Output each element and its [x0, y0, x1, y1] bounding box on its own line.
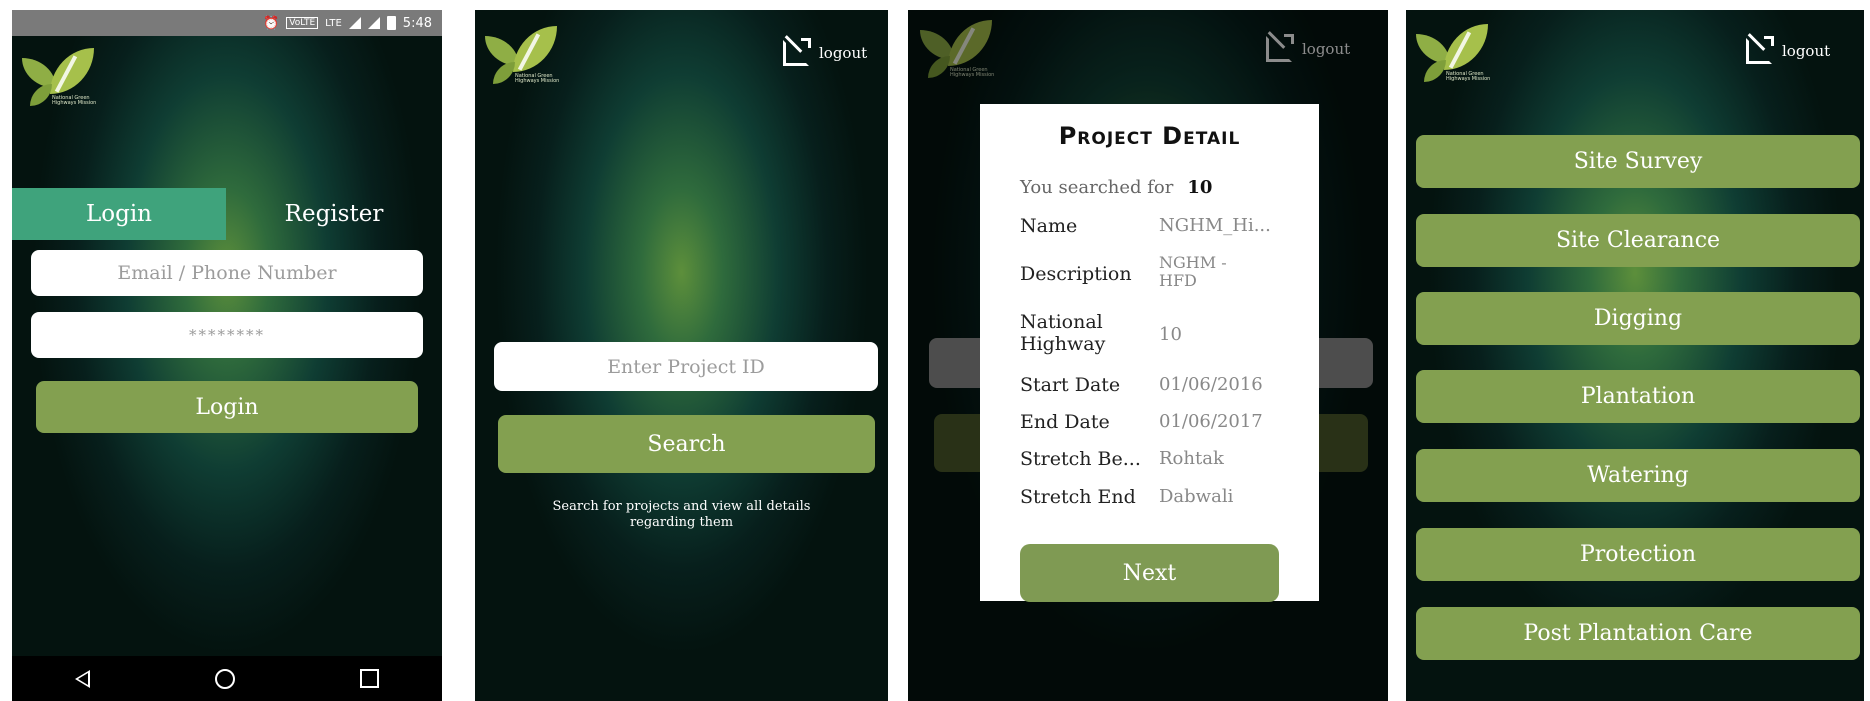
- login-screen: ⏰ VoLTE LTE 5:48 National Green Highways…: [12, 10, 442, 701]
- activity-menu-screen: National Green Highways Mission logout S…: [1406, 10, 1864, 701]
- app-logo: National Green Highways Mission: [22, 48, 102, 110]
- password-field[interactable]: ********: [31, 312, 423, 358]
- menu-protection[interactable]: Protection: [1416, 528, 1860, 581]
- logout-icon: [783, 38, 811, 66]
- next-button[interactable]: Next: [1020, 544, 1279, 602]
- stretch-end-label: Stretch End: [1020, 486, 1136, 508]
- project-detail-screen: National Green Highways Mission logout P…: [908, 10, 1388, 701]
- stretch-begin-value: Rohtak: [1159, 448, 1224, 469]
- searched-label: You searched for: [1020, 177, 1174, 198]
- tab-login[interactable]: Login: [12, 188, 226, 240]
- menu-post-plantation-care[interactable]: Post Plantation Care: [1416, 607, 1860, 660]
- alarm-icon: ⏰: [263, 15, 280, 31]
- name-value: NGHM_Hi...: [1159, 215, 1271, 236]
- end-date-label: End Date: [1020, 411, 1110, 433]
- logo-tagline: National Green Highways Mission: [1446, 71, 1491, 82]
- end-date-value: 01/06/2017: [1159, 411, 1263, 432]
- description-label: Description: [1020, 263, 1132, 285]
- battery-icon: [386, 16, 396, 30]
- recent-apps-icon[interactable]: [360, 669, 380, 688]
- project-detail-dialog: Project Detail You searched for 10 Name N…: [980, 104, 1319, 602]
- searched-for: You searched for 10: [1020, 177, 1212, 198]
- searched-value: 10: [1187, 177, 1213, 198]
- menu-watering[interactable]: Watering: [1416, 449, 1860, 502]
- status-bar: ⏰ VoLTE LTE 5:48: [12, 10, 442, 36]
- search-screen: National Green Highways Mission logout E…: [475, 10, 888, 701]
- name-label: Name: [1020, 215, 1078, 237]
- app-logo: National Green Highways Mission: [485, 26, 565, 88]
- volte-icon: VoLTE: [286, 17, 319, 29]
- logout-label: logout: [819, 44, 868, 62]
- national-highway-label: National Highway: [1020, 311, 1106, 355]
- android-nav-bar: [12, 656, 442, 701]
- national-highway-value: 10: [1159, 324, 1182, 345]
- signal-icon: [367, 17, 380, 29]
- menu-plantation[interactable]: Plantation: [1416, 370, 1860, 423]
- logo-tagline: National Green Highways Mission: [515, 73, 560, 84]
- start-date-label: Start Date: [1020, 374, 1121, 396]
- logout-label: logout: [1782, 42, 1831, 60]
- logo-tagline: National Green Highways Mission: [52, 95, 97, 106]
- app-logo: National Green Highways Mission: [1416, 24, 1496, 86]
- home-icon[interactable]: [214, 668, 235, 689]
- description-value: NGHM - HFD: [1159, 253, 1227, 290]
- menu-site-survey[interactable]: Site Survey: [1416, 135, 1860, 188]
- back-icon[interactable]: [74, 669, 90, 688]
- logout-icon: [1746, 36, 1774, 64]
- signal-icon: [348, 17, 361, 29]
- search-button[interactable]: Search: [498, 415, 875, 473]
- status-time: 5:48: [402, 15, 432, 31]
- search-hint: Search for projects and view all details…: [552, 499, 811, 530]
- logout-button[interactable]: logout: [783, 38, 868, 66]
- start-date-value: 01/06/2016: [1159, 374, 1263, 395]
- login-button[interactable]: Login: [36, 381, 418, 433]
- menu-site-clearance[interactable]: Site Clearance: [1416, 214, 1860, 267]
- tab-register[interactable]: Register: [226, 188, 442, 240]
- project-id-input[interactable]: Enter Project ID: [494, 342, 878, 391]
- stretch-begin-label: Stretch Be...: [1020, 448, 1141, 470]
- stretch-end-value: Dabwali: [1159, 486, 1234, 507]
- menu-digging[interactable]: Digging: [1416, 292, 1860, 345]
- email-field[interactable]: Email / Phone Number: [31, 250, 423, 296]
- lte-icon: LTE: [325, 17, 342, 29]
- logout-button[interactable]: logout: [1746, 36, 1831, 64]
- dialog-title: Project Detail: [1058, 122, 1241, 150]
